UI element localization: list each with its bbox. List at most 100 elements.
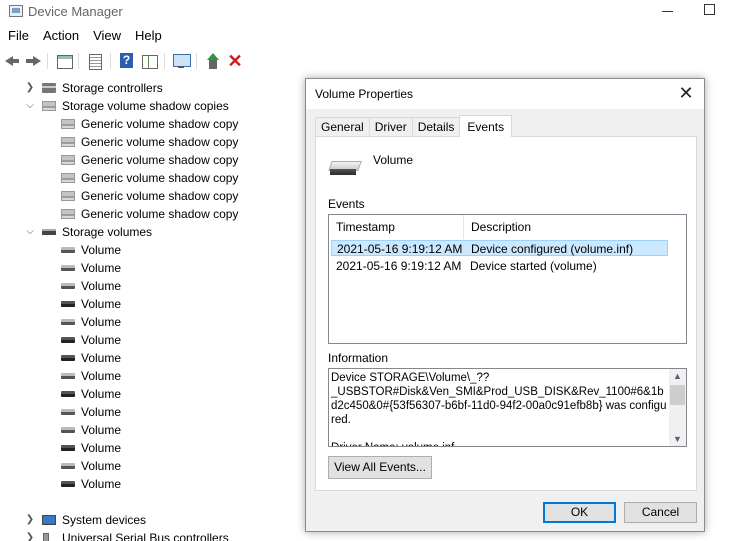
tree-item-shadow-copy[interactable]: Generic volume shadow copy [0,205,300,223]
tree-node-label: Storage volumes [62,225,153,239]
tree-item-volume[interactable]: Volume [0,313,300,331]
menu-file[interactable]: File [0,27,36,45]
events-list[interactable]: Timestamp Description 2021-05-16 9:19:12… [328,214,687,344]
tree-node-usb-controllers[interactable]: ❯ Universal Serial Bus controllers [0,529,300,541]
volume-icon [61,463,75,469]
volume-icon [61,445,75,451]
menu-view[interactable]: View [86,27,128,45]
uninstall-icon[interactable]: ✕ [226,52,244,70]
chevron-right-icon[interactable]: ❯ [25,529,35,541]
tree-node-label: Storage controllers [62,81,163,95]
information-textbox[interactable]: Device STORAGE\Volume\_?? _USBSTOR#Disk&… [328,368,687,447]
tree-item-volume[interactable]: Volume [0,295,300,313]
shadow-copy-icon [61,191,75,201]
tree-node-storage-volumes[interactable]: ⌵ Storage volumes [0,223,300,241]
tree-item-volume[interactable]: Volume [0,385,300,403]
tree-item-label: Volume [81,423,122,437]
tree-item-label: Volume [81,405,122,419]
menu-bar: File Action View Help [0,27,169,45]
minimize-button[interactable] [658,2,678,20]
maximize-button[interactable] [704,4,715,15]
event-row[interactable]: 2021-05-16 9:19:12 AM Device started (vo… [331,258,668,274]
tree-item-volume[interactable]: Volume [0,367,300,385]
chevron-down-icon[interactable]: ⌵ [25,223,35,241]
panel-icon[interactable] [140,52,158,70]
tree-item-volume[interactable]: Volume [0,421,300,439]
close-icon[interactable]: ✕ [676,83,696,103]
toolbar-separator [110,53,111,69]
back-arrow-icon[interactable] [3,52,21,70]
menu-action[interactable]: Action [36,27,86,45]
volume-icon [61,355,75,361]
storage-volume-icon [42,229,56,235]
tree-item-label: Volume [81,459,122,473]
menu-help[interactable]: Help [128,27,169,45]
scan-hardware-icon[interactable] [172,52,191,70]
information-label: Information [328,351,389,365]
forward-arrow-icon[interactable] [24,52,42,70]
chevron-right-icon[interactable]: ❯ [25,79,35,97]
ok-button[interactable]: OK [543,502,616,523]
usb-icon [43,533,49,541]
tree-node-system-devices[interactable]: ❯ System devices [0,511,300,529]
tree-node-storage-controllers[interactable]: ❯ Storage controllers [0,79,300,97]
tree-item-shadow-copy[interactable]: Generic volume shadow copy [0,169,300,187]
tree-item-label: Generic volume shadow copy [81,135,239,149]
tab-general[interactable]: General [315,117,370,137]
shadow-copy-icon [42,101,56,111]
tree-item-volume[interactable]: Volume [0,439,300,457]
tree-item-label: Volume [81,477,122,491]
volume-icon [61,409,75,415]
event-timestamp: 2021-05-16 9:19:12 AM [336,259,462,273]
chevron-down-icon[interactable]: ⌵ [25,97,35,115]
event-row[interactable]: 2021-05-16 9:19:12 AM Device configured … [331,240,668,256]
tree-item-volume[interactable]: Volume [0,475,300,493]
window-titlebar: Device Manager [0,0,734,24]
storage-controller-icon [42,83,56,93]
tree-item-volume[interactable]: Volume [0,241,300,259]
shadow-copy-icon [61,155,75,165]
update-driver-icon[interactable] [204,52,222,70]
column-header-timestamp[interactable]: Timestamp [329,215,464,239]
tree-item-label: Volume [81,441,122,455]
device-name: Volume [373,153,414,167]
tab-events[interactable]: Events [459,115,513,137]
tab-details[interactable]: Details [411,117,461,137]
volume-icon [61,265,75,271]
cancel-button[interactable]: Cancel [624,502,697,523]
event-timestamp: 2021-05-16 9:19:12 AM [337,242,463,256]
tree-item-volume[interactable]: Volume [0,457,300,475]
tree-item-shadow-copy[interactable]: Generic volume shadow copy [0,133,300,151]
tree-item-shadow-copy[interactable]: Generic volume shadow copy [0,115,300,133]
shadow-copy-icon [61,209,75,219]
device-grid-icon[interactable] [55,52,73,70]
tree-item-volume[interactable]: Volume [0,259,300,277]
information-scrollbar[interactable]: ▲ ▼ [669,369,686,446]
tree-item-label: Volume [81,297,122,311]
help-icon[interactable] [117,52,135,70]
volume-icon [61,427,75,433]
information-text: Device STORAGE\Volume\_?? _USBSTOR#Disk&… [331,372,667,446]
volume-icon [61,373,75,379]
tree-item-label: Volume [81,333,122,347]
dialog-titlebar: Volume Properties ✕ [306,79,704,109]
scroll-up-icon[interactable]: ▲ [669,369,686,383]
volume-icon [61,391,75,397]
tree-item-volume[interactable]: Volume [0,403,300,421]
tab-driver[interactable]: Driver [368,117,413,137]
tree-item-volume[interactable]: Volume [0,277,300,295]
tree-item-label: Generic volume shadow copy [81,207,239,221]
shadow-copy-icon [61,173,75,183]
scroll-down-icon[interactable]: ▼ [669,432,686,446]
scrollbar-thumb[interactable] [670,385,685,405]
tree-item-volume[interactable]: Volume [0,349,300,367]
properties-sheet-icon[interactable] [85,52,103,70]
chevron-right-icon[interactable]: ❯ [25,511,35,529]
tree-item-shadow-copy[interactable]: Generic volume shadow copy [0,151,300,169]
view-all-events-button[interactable]: View All Events... [328,456,432,479]
column-header-description[interactable]: Description [464,215,686,239]
window-title: Device Manager [28,4,123,19]
tree-item-shadow-copy[interactable]: Generic volume shadow copy [0,187,300,205]
tree-node-shadow-copies[interactable]: ⌵ Storage volume shadow copies [0,97,300,115]
tree-item-volume[interactable]: Volume [0,331,300,349]
